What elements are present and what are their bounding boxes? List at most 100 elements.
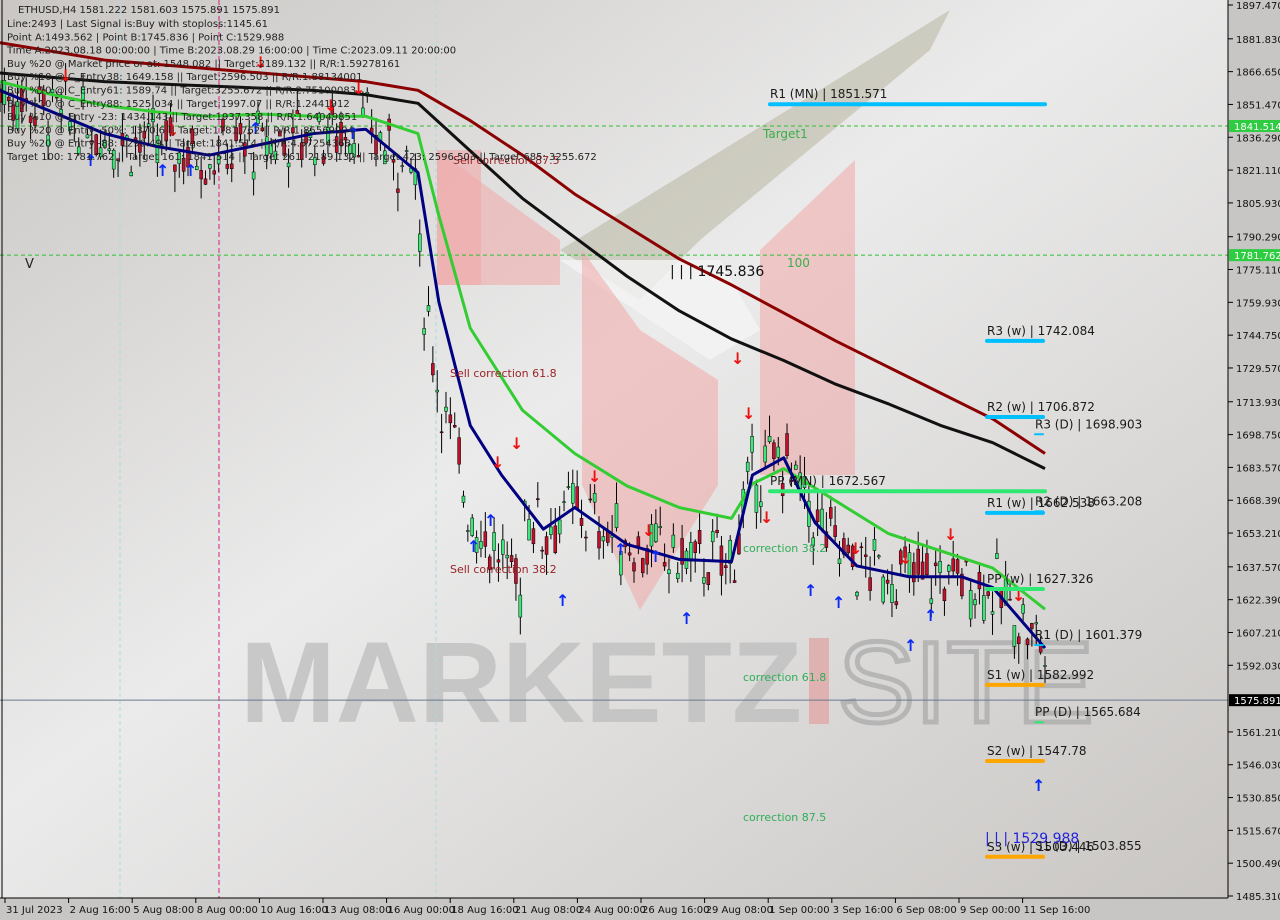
price-chart[interactable]: MARKETZ SITE Target1100 ↑↑ ↑↑ ↑↑↑↑↑ ↑↑↑↑↑↑↑… (0, 0, 1280, 920)
info-line: Buy %10 @ Entry -23: 1434.143 || Target:… (7, 112, 357, 123)
candle-bear (706, 572, 711, 585)
candle-bull (426, 305, 431, 312)
candle-bull (557, 519, 562, 535)
sell-arrow-icon: ↓ (742, 404, 755, 423)
candle-bull (1012, 625, 1017, 647)
y-tick-label: 1851.470 (1236, 100, 1280, 111)
pivot-label: R1 (D) | 1601.379 (1035, 628, 1142, 642)
x-tick-label: 13 Aug 08:00 (324, 905, 391, 916)
candle-bear (225, 164, 230, 169)
buy-arrow-icon: ↑ (924, 606, 937, 625)
x-tick-label: 2 Aug 16:00 (70, 905, 131, 916)
x-tick-label: 16 Aug 00:00 (388, 905, 455, 916)
candle-bull (877, 555, 881, 558)
correction-label: correction 87.5 (743, 811, 826, 824)
candle-bull (614, 503, 619, 528)
candle-bear (199, 170, 203, 180)
candle-bear (579, 518, 584, 526)
pivot-label: R3 (D) | 1698.903 (1035, 417, 1142, 431)
candle-bull (1043, 665, 1047, 667)
candle-bear (1017, 636, 1021, 644)
candle-bear (540, 549, 544, 552)
price-highlight-label: 1841.514 (1234, 122, 1280, 133)
candle-bear (1030, 623, 1034, 629)
pivot-label: S1 (w) | 1582.992 (987, 668, 1094, 682)
sell-arrow-icon: ↓ (760, 508, 773, 527)
candle-bear (396, 188, 400, 193)
y-tick-label: 1744.750 (1236, 331, 1280, 342)
candle-bear (724, 565, 728, 569)
watermark-marketz: MARKETZ (240, 619, 802, 747)
x-tick-label: 10 Aug 16:00 (260, 905, 327, 916)
candle-bull (129, 171, 133, 177)
y-tick-label: 1561.210 (1236, 728, 1280, 739)
candle-bull (251, 171, 256, 180)
sell-arrow-icon: ↓ (588, 467, 601, 486)
x-tick-label: 11 Sep 16:00 (1024, 905, 1091, 916)
candle-bull (592, 492, 597, 503)
y-tick-label: 1668.390 (1236, 496, 1280, 507)
pivot-label: R1 (MN) | 1851.571 (770, 87, 887, 101)
y-tick-label: 1866.650 (1236, 68, 1280, 79)
candle-bear (815, 509, 820, 522)
candle-bear (951, 558, 955, 572)
pivot-label: R3 (w) | 1742.084 (987, 324, 1095, 338)
wave-point-b-label: | | | 1745.836 (670, 264, 764, 280)
candle-bull (675, 572, 680, 579)
pivot-label: PP (MN) | 1672.567 (770, 474, 886, 488)
candle-bull (754, 484, 759, 513)
candle-bear (693, 541, 697, 553)
candle-bull (855, 591, 859, 597)
candle-bear (483, 531, 488, 547)
candle-bull (794, 464, 798, 470)
x-tick-label: 21 Aug 08:00 (515, 905, 582, 916)
symbol-ohlc-line: ETHUSD,H4 1581.222 1581.603 1575.891 157… (18, 5, 280, 16)
sell-arrow-icon: ↓ (944, 525, 957, 544)
candle-bear (597, 531, 601, 549)
candle-bear (229, 163, 234, 169)
y-tick-label: 1607.210 (1236, 628, 1280, 639)
candle-bear (933, 562, 938, 567)
candle-bear (575, 486, 579, 510)
candle-bull (837, 558, 842, 564)
candle-bull (671, 534, 676, 548)
y-tick-label: 1759.930 (1236, 298, 1280, 309)
y-tick-label: 1836.290 (1236, 133, 1280, 144)
candle-bull (461, 495, 466, 503)
sell-arrow-icon: ↓ (731, 349, 744, 368)
pivot-label: PP (D) | 1565.684 (1035, 705, 1141, 719)
candle-bull (566, 486, 571, 488)
info-line: Buy %20 @ Entry -50%: 1370.6 || Target:1… (7, 125, 354, 136)
candle-bear (452, 425, 457, 428)
candle-bear (544, 536, 549, 555)
candle-bear (588, 498, 593, 501)
candle-bull (982, 595, 986, 621)
candle-bear (732, 580, 737, 583)
target-label: Target1 (762, 127, 808, 141)
candle-bull (750, 436, 754, 453)
buy-arrow-icon: ↑ (804, 581, 817, 600)
candle-bear (925, 553, 929, 576)
candle-bull (990, 611, 995, 615)
candle-bull (492, 532, 496, 551)
candle-bull (466, 530, 470, 532)
y-tick-label: 1637.570 (1236, 563, 1280, 574)
buy-arrow-icon: ↑ (484, 511, 497, 530)
candle-bear (942, 588, 947, 602)
pivot-label: S2 (w) | 1547.78 (987, 744, 1087, 758)
y-tick-label: 1897.470 (1236, 1, 1280, 12)
candle-bear (439, 431, 444, 434)
y-tick-label: 1713.930 (1236, 398, 1280, 409)
candle-bull (702, 577, 706, 584)
chart-window[interactable]: MARKETZ SITE Target1 100 ↑ ↑ ↑ ↑ ↑ ↑ ↑ ↑ ↑ ↑ ↑ ↑ ↑ ↑ ↑ ↑… (0, 0, 1280, 920)
buy-arrow-icon: ↑ (649, 547, 662, 566)
x-tick-label: 18 Aug 16:00 (451, 905, 518, 916)
candle-bull (470, 517, 474, 536)
info-line: Buy %10 @ C_Entry88: 1525.034 || Target:… (7, 99, 350, 110)
x-tick-label: 5 Aug 08:00 (133, 905, 194, 916)
candle-bear (697, 530, 702, 544)
price-highlight-label: 1575.891 (1234, 696, 1280, 707)
candle-bear (553, 525, 558, 553)
candle-bear (431, 363, 435, 376)
x-tick-label: 3 Sep 16:00 (833, 905, 893, 916)
